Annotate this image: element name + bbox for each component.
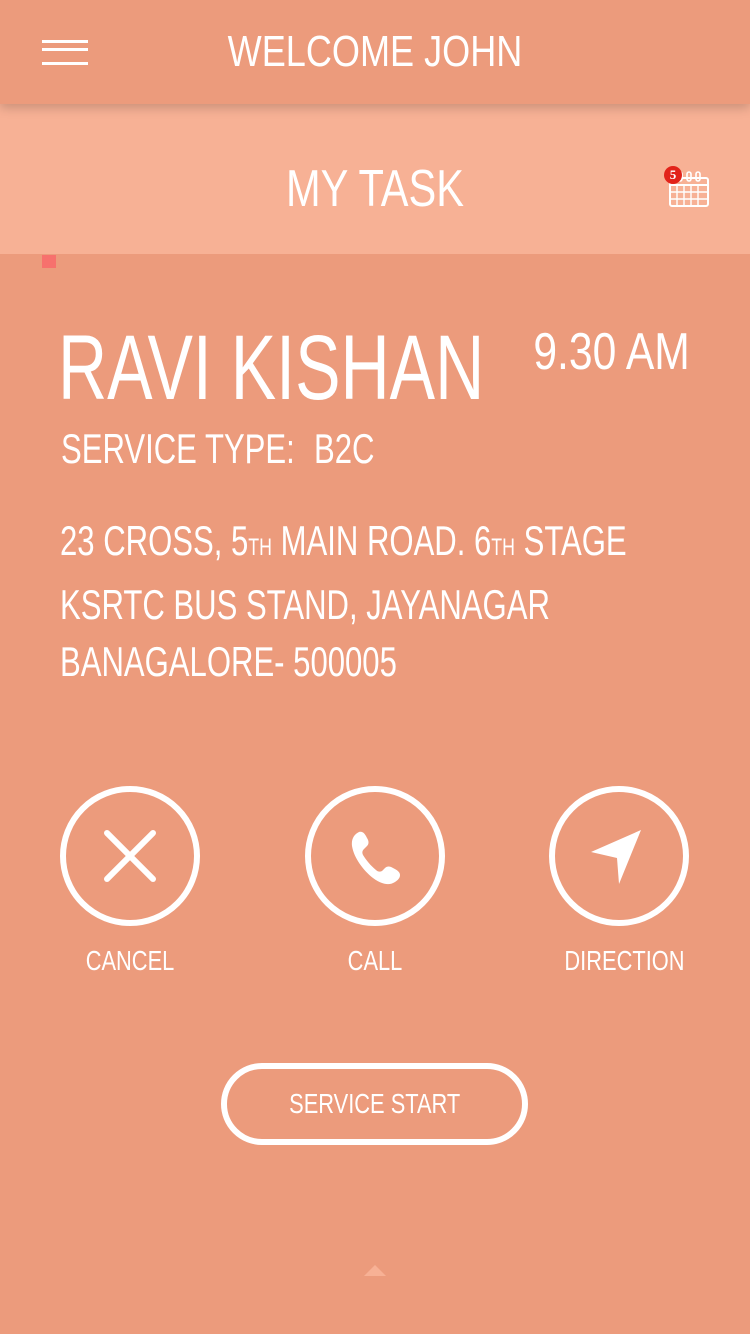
page-title: MY TASK: [285, 160, 465, 218]
welcome-title: WELCOME JOHN: [227, 27, 523, 76]
address-line-1-part-c: STAGE: [514, 517, 627, 564]
direction-button[interactable]: DIRECTION: [549, 786, 689, 978]
address-line-2: KSRTC BUS STAND, JAYANAGAR: [60, 581, 550, 628]
address-line-1-part-b: MAIN ROAD. 6: [271, 517, 492, 564]
address-line-1: 23 CROSS, 5TH MAIN ROAD. 6TH STAGE: [60, 512, 627, 576]
calendar-button[interactable]: 5: [664, 166, 712, 210]
address-ordinal-suffix: TH: [491, 534, 515, 561]
phone-icon: [351, 831, 400, 885]
call-ring: [305, 786, 445, 926]
cancel-ring: [60, 786, 200, 926]
status-marker: [42, 255, 56, 268]
top-app-bar: WELCOME JOHN: [0, 0, 750, 104]
customer-name: RAVI KISHAN: [58, 317, 485, 419]
direction-ring: [549, 786, 689, 926]
navigation-arrow-icon: [591, 830, 641, 884]
service-start-label: SERVICE START: [288, 1088, 461, 1119]
service-type-value: B2C: [314, 425, 375, 472]
cancel-label: CANCEL: [85, 945, 175, 976]
address-ordinal-suffix: TH: [248, 534, 272, 561]
customer-address: 23 CROSS, 5TH MAIN ROAD. 6TH STAGE KSRTC…: [60, 512, 627, 690]
appointment-time: 9.30 AM: [533, 323, 690, 381]
service-type: SERVICE TYPE: B2C: [61, 424, 374, 474]
service-start-button[interactable]: SERVICE START: [221, 1063, 528, 1145]
direction-label: DIRECTION: [564, 945, 685, 976]
service-type-label: SERVICE TYPE:: [61, 425, 295, 472]
cancel-button[interactable]: CANCEL: [60, 786, 200, 978]
chevron-up-icon[interactable]: [364, 1265, 386, 1276]
call-button[interactable]: CALL: [305, 786, 445, 978]
close-icon: [104, 830, 156, 882]
notification-badge: 5: [664, 166, 682, 184]
address-line-3: BANAGALORE- 500005: [60, 638, 397, 685]
task-header-bar: MY TASK 5: [0, 104, 750, 254]
address-line-1-part-a: 23 CROSS, 5: [60, 517, 249, 564]
call-label: CALL: [347, 945, 403, 976]
